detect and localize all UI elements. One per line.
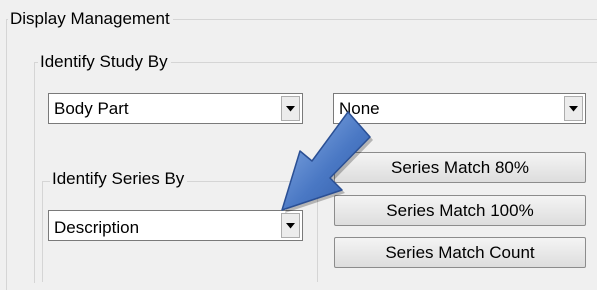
chevron-down-icon[interactable] bbox=[564, 96, 583, 121]
series-identify-select[interactable]: Description bbox=[48, 210, 303, 241]
series-match-count-button[interactable]: Series Match Count bbox=[334, 237, 586, 268]
chevron-down-icon[interactable] bbox=[281, 213, 300, 238]
study-primary-select[interactable]: Body Part bbox=[48, 93, 303, 124]
chevron-down-icon[interactable] bbox=[281, 96, 300, 121]
study-secondary-value: None bbox=[339, 99, 380, 118]
display-management-title: Display Management bbox=[8, 9, 173, 29]
identify-series-label: Identify Series By bbox=[50, 169, 188, 189]
study-primary-value: Body Part bbox=[54, 99, 129, 118]
series-identify-value: Description bbox=[54, 218, 140, 237]
study-secondary-select[interactable]: None bbox=[333, 93, 586, 124]
series-match-80-button[interactable]: Series Match 80% bbox=[334, 152, 586, 183]
series-match-100-button[interactable]: Series Match 100% bbox=[334, 195, 586, 226]
identify-study-label: Identify Study By bbox=[38, 52, 171, 72]
